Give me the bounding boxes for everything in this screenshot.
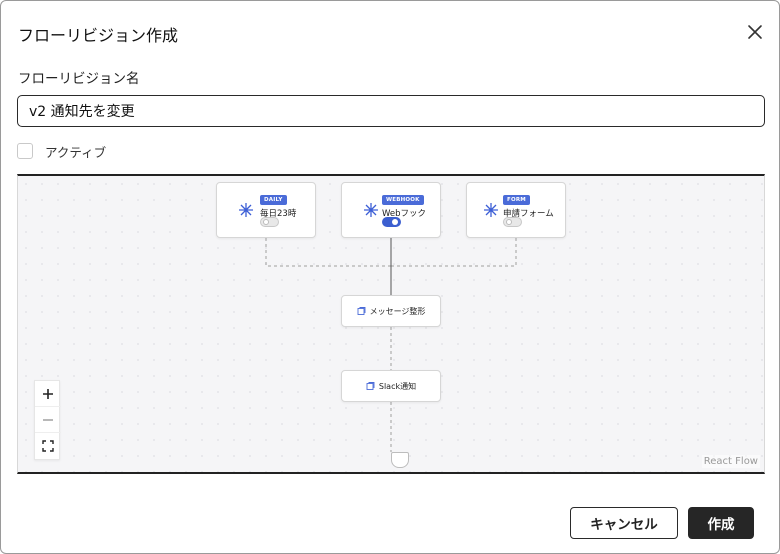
zoom-out-button[interactable]	[35, 407, 61, 433]
document-icon	[357, 306, 366, 315]
flow-canvas[interactable]: DAILY 毎日23時 WEBHOOK Webフック FORM 申請フォーム メ…	[17, 174, 765, 474]
cancel-button[interactable]: キャンセル	[570, 507, 678, 539]
zoom-out-icon	[43, 418, 53, 421]
edge-form	[391, 238, 517, 267]
trigger-badge: FORM	[503, 195, 530, 205]
trigger-node-form[interactable]: FORM 申請フォーム	[466, 182, 566, 238]
edge-daily	[265, 238, 391, 267]
react-flow-attribution[interactable]: React Flow	[701, 455, 760, 468]
fit-view-button[interactable]	[35, 433, 61, 459]
revision-name-label: フローリビジョン名	[18, 71, 140, 87]
action-label: Slack通知	[378, 381, 417, 391]
trigger-star-icon	[364, 203, 378, 217]
active-checkbox[interactable]	[17, 143, 33, 159]
trigger-node-daily[interactable]: DAILY 毎日23時	[216, 182, 316, 238]
action-label: メッセージ整形	[369, 306, 426, 316]
active-checkbox-row[interactable]: アクティブ	[17, 142, 106, 160]
end-node[interactable]	[391, 452, 409, 468]
close-icon	[748, 25, 762, 39]
fit-view-icon	[42, 440, 54, 452]
create-flow-revision-dialog: フローリビジョン作成 フローリビジョン名 アクティブ DAILY 毎日23時	[0, 0, 780, 554]
trigger-badge: DAILY	[260, 195, 287, 205]
revision-name-input[interactable]	[17, 95, 765, 127]
close-button[interactable]	[745, 22, 765, 42]
trigger-toggle[interactable]	[260, 217, 279, 227]
dialog-title: フローリビジョン作成	[18, 26, 179, 45]
trigger-star-icon	[239, 203, 253, 217]
create-button[interactable]: 作成	[688, 507, 754, 539]
trigger-star-icon	[484, 203, 498, 217]
trigger-toggle[interactable]	[503, 217, 522, 227]
action-node-slack-notify[interactable]: Slack通知	[341, 370, 441, 402]
action-node-message-format[interactable]: メッセージ整形	[341, 295, 441, 327]
zoom-in-icon	[43, 388, 53, 399]
trigger-badge: WEBHOOK	[382, 195, 424, 205]
trigger-node-webhook[interactable]: WEBHOOK Webフック	[341, 182, 441, 238]
flow-controls	[34, 380, 61, 460]
trigger-toggle[interactable]	[382, 217, 401, 227]
document-icon	[366, 381, 375, 390]
zoom-in-button[interactable]	[35, 381, 61, 407]
active-label: アクティブ	[45, 144, 107, 160]
